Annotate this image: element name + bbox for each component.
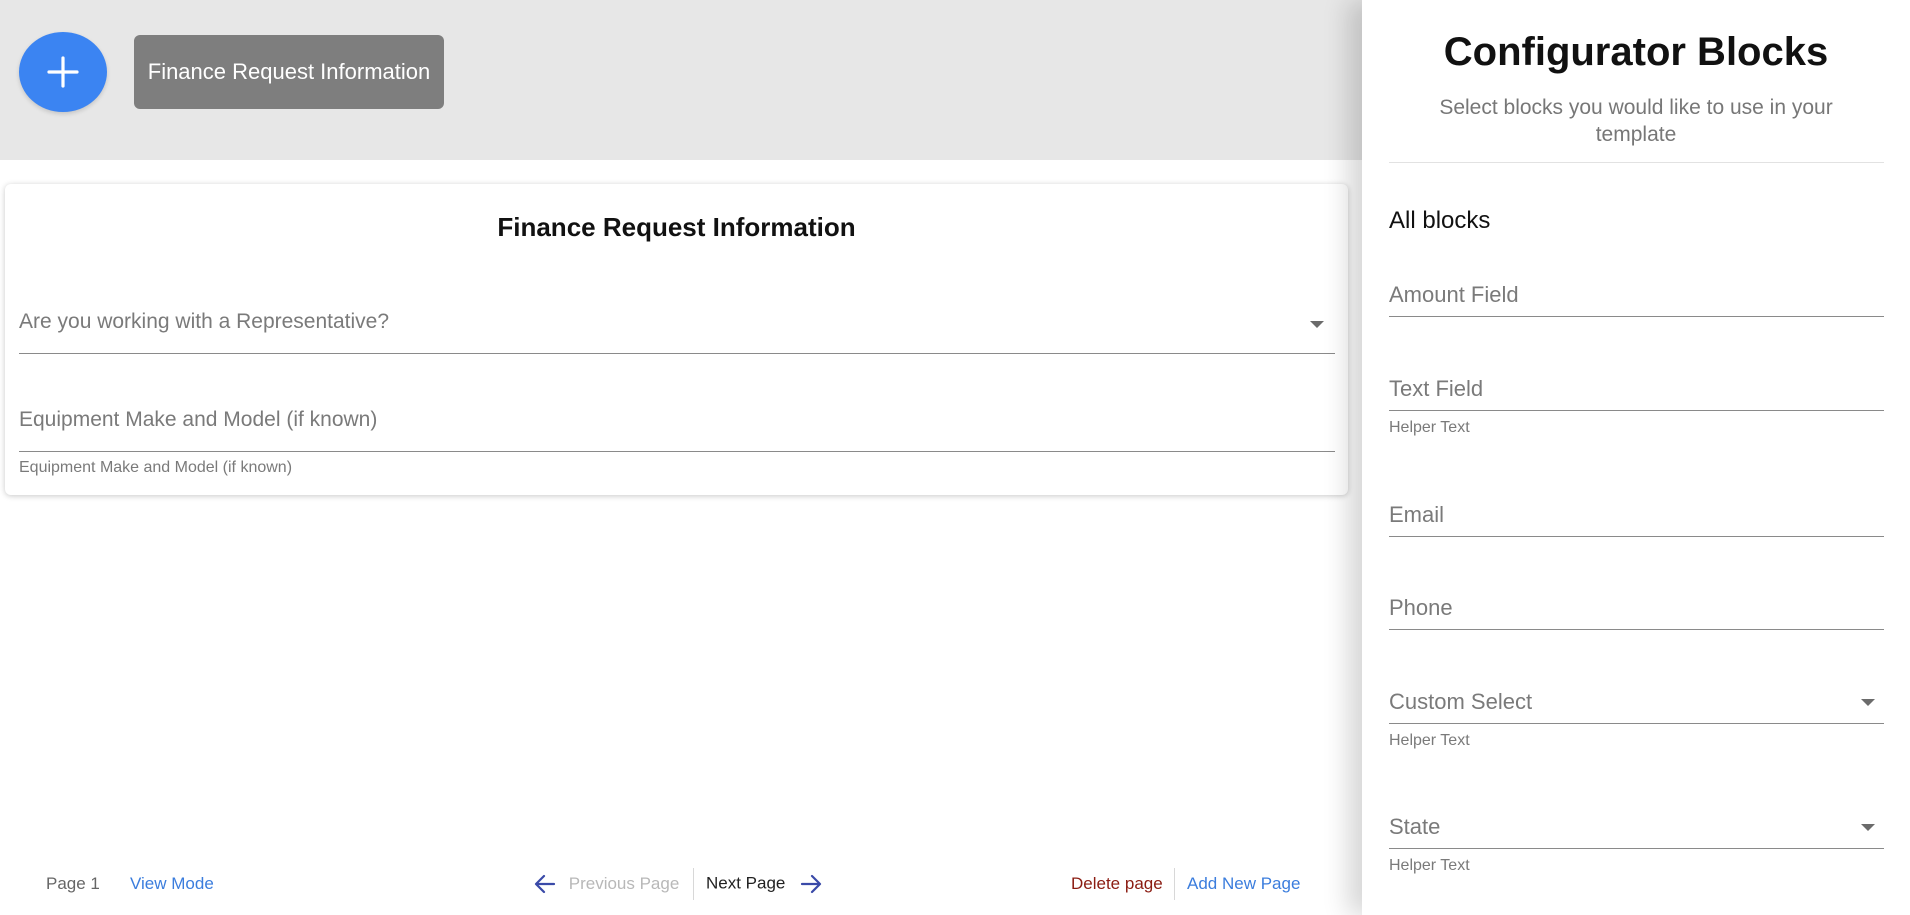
block-underline (1389, 410, 1884, 411)
caret-down-icon (1861, 699, 1875, 706)
block-state[interactable]: State Helper Text (1389, 814, 1884, 880)
block-underline (1389, 536, 1884, 537)
block-label: Email (1389, 502, 1445, 527)
block-label: Amount Field (1389, 282, 1519, 307)
footer-divider (693, 868, 694, 900)
block-email[interactable]: Email (1389, 502, 1884, 542)
block-helper-text: Helper Text (1389, 732, 1470, 749)
block-underline (1389, 316, 1884, 317)
previous-page-button[interactable]: Previous Page (534, 873, 679, 894)
caret-down-icon (1310, 321, 1324, 328)
block-underline (1389, 629, 1884, 630)
arrow-right-icon (801, 874, 822, 893)
add-page-fab[interactable] (19, 32, 107, 112)
arrow-left-icon (534, 874, 556, 893)
footer-divider (1174, 868, 1175, 900)
block-phone[interactable]: Phone (1389, 595, 1884, 635)
field-underline (19, 451, 1335, 452)
form-title: Finance Request Information (497, 212, 856, 242)
field-underline (19, 353, 1335, 354)
page-number: Page 1 (46, 874, 100, 893)
representative-select[interactable]: Are you working with a Representative? (19, 310, 1335, 360)
next-page-label: Next Page (706, 873, 786, 893)
block-label: Phone (1389, 595, 1453, 620)
page-tab-chip[interactable]: Finance Request Information (134, 35, 444, 109)
plus-icon (47, 56, 79, 88)
panel-divider (1389, 162, 1884, 163)
block-text-field[interactable]: Text Field Helper Text (1389, 376, 1884, 442)
form-workspace: Finance Request Information Finance Requ… (0, 0, 1362, 915)
panel-subtitle: Select blocks you would like to use in y… (1439, 96, 1833, 146)
representative-select-label: Are you working with a Representative? (19, 310, 390, 333)
equipment-model-helper: Equipment Make and Model (if known) (19, 459, 293, 476)
all-blocks-heading: All blocks (1389, 207, 1491, 234)
block-helper-text: Helper Text (1389, 419, 1470, 436)
add-new-page-button[interactable]: Add New Page (1187, 874, 1300, 894)
block-helper-text: Helper Text (1389, 857, 1470, 874)
view-mode-link[interactable]: View Mode (130, 874, 214, 894)
page-toolbar: Finance Request Information (0, 0, 1362, 160)
block-label: Custom Select (1389, 689, 1533, 714)
form-card: Finance Request Information Are you work… (5, 184, 1348, 495)
caret-down-icon (1861, 824, 1875, 831)
panel-title: Configurator Blocks (1443, 30, 1829, 74)
block-underline (1389, 848, 1884, 849)
block-amount-field[interactable]: Amount Field (1389, 282, 1884, 322)
next-page-button[interactable]: Next Page (706, 873, 822, 894)
equipment-model-field[interactable]: Equipment Make and Model (if known) Equi… (19, 408, 1335, 478)
block-label: Text Field (1389, 376, 1484, 401)
block-label: State (1389, 814, 1441, 839)
configurator-panel: Configurator Blocks Select blocks you wo… (1362, 0, 1910, 915)
delete-page-button[interactable]: Delete page (1071, 874, 1163, 894)
block-custom-select[interactable]: Custom Select Helper Text (1389, 689, 1884, 755)
page-footer: Page 1 View Mode Previous Page Next Page… (0, 868, 1362, 900)
block-underline (1389, 723, 1884, 724)
equipment-model-label: Equipment Make and Model (if known) (19, 408, 378, 431)
previous-page-label: Previous Page (568, 873, 680, 893)
